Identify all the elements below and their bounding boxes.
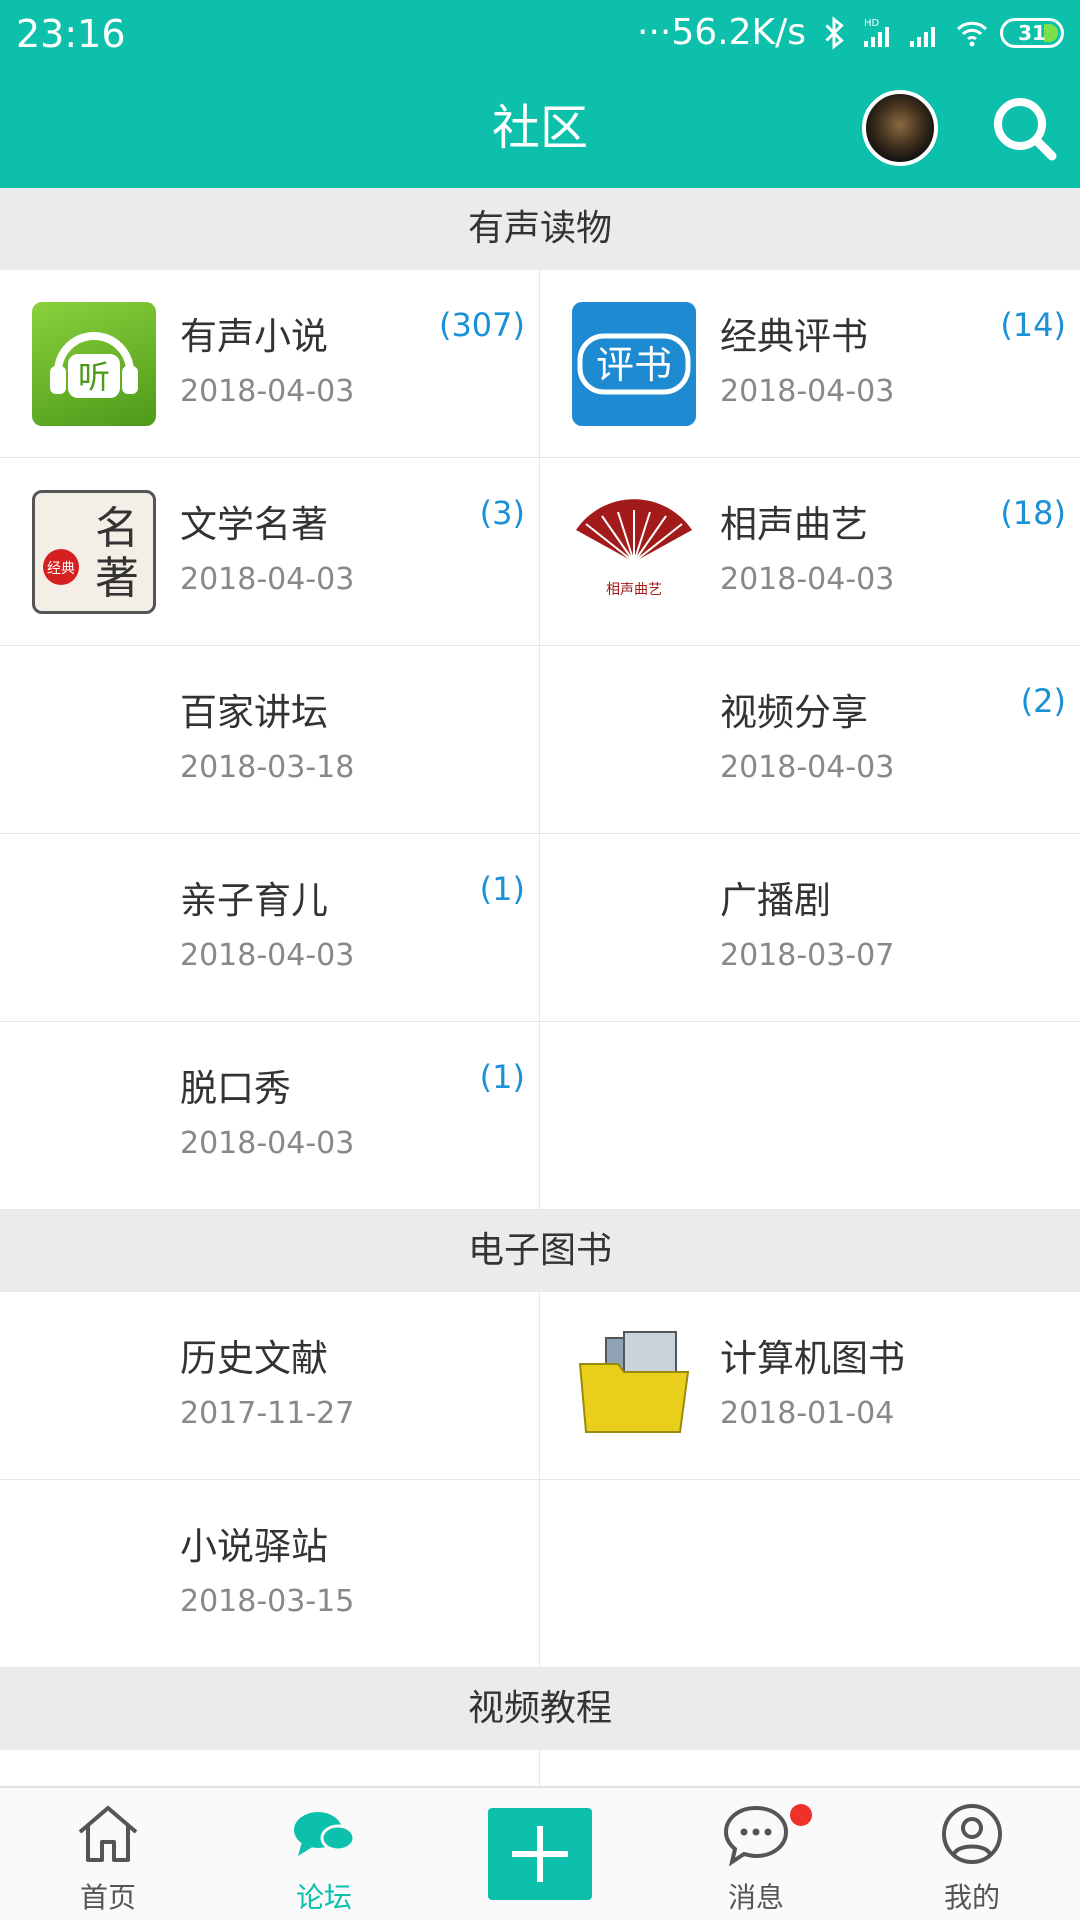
section-header-video-tutorials: 视频教程 — [0, 1668, 1080, 1750]
nav-messages[interactable]: 消息 — [648, 1788, 864, 1920]
section-header-ebooks: 电子图书 — [0, 1210, 1080, 1292]
nav-home[interactable]: 首页 — [0, 1788, 216, 1920]
board-name: 视频分享 — [720, 691, 868, 734]
svg-text:听: 听 — [78, 358, 110, 396]
board-count: (18) — [1000, 494, 1066, 532]
battery-level: 31 — [1018, 20, 1046, 45]
forum-board-item[interactable]: 小说驿站 2018-03-15 — [0, 1480, 540, 1668]
board-name: 计算机图书 — [720, 1337, 905, 1380]
board-name: 经典评书 — [720, 315, 868, 358]
mingzhu-icon: 名 著 经典 — [32, 490, 156, 614]
forum-board-item[interactable]: 相声曲艺 相声曲艺 2018-04-03 (18) — [540, 458, 1080, 646]
forum-board-item[interactable] — [0, 1750, 540, 1786]
search-icon[interactable] — [986, 90, 1062, 166]
status-indicators: ···56.2K/s HD 31 — [637, 12, 1064, 53]
board-date: 2018-04-03 — [720, 374, 895, 409]
signal-icon — [910, 26, 935, 47]
board-count: (1) — [479, 870, 525, 908]
top-bar: 23:16 ···56.2K/s HD 31 社区 — [0, 0, 1080, 188]
section-grid-video-tutorials — [0, 1750, 1080, 1786]
section-grid-ebooks: 历史文献 2017-11-27 计算机图书 2018-01-04 小说驿站 20… — [0, 1292, 1080, 1668]
board-date: 2018-03-18 — [180, 750, 355, 785]
bottom-nav: 首页 论坛 消息 我的 — [0, 1786, 1080, 1920]
forum-content[interactable]: 有声读物 听 有声小说 2018-04-03 (307) 评书 经典评书 201… — [0, 188, 1080, 1788]
folder-icon — [572, 1324, 696, 1448]
xiangsheng-fan-icon: 相声曲艺 — [572, 490, 696, 614]
nav-forum[interactable]: 论坛 — [216, 1788, 432, 1920]
section-grid-audio: 听 有声小说 2018-04-03 (307) 评书 经典评书 2018-04-… — [0, 270, 1080, 1210]
empty-cell — [540, 1022, 1080, 1210]
forum-board-item[interactable]: 历史文献 2017-11-27 — [0, 1292, 540, 1480]
status-bar: 23:16 ···56.2K/s HD 31 — [0, 0, 1080, 68]
forum-board-item[interactable]: 计算机图书 2018-01-04 — [540, 1292, 1080, 1480]
board-date: 2018-04-03 — [180, 938, 355, 973]
board-date: 2018-03-07 — [720, 938, 895, 973]
forum-chat-icon — [294, 1812, 356, 1856]
board-date: 2018-04-03 — [720, 750, 895, 785]
board-count: (307) — [438, 306, 525, 344]
add-post-button[interactable] — [488, 1808, 592, 1900]
board-name: 脱口秀 — [180, 1067, 291, 1110]
empty-cell — [540, 1480, 1080, 1668]
board-date: 2017-11-27 — [180, 1396, 355, 1431]
forum-board-item[interactable]: 名 著 经典 文学名著 2018-04-03 (3) — [0, 458, 540, 646]
status-time: 23:16 — [16, 12, 126, 56]
hd-signal-icon: HD — [864, 18, 889, 47]
svg-text:相声曲艺: 相声曲艺 — [606, 582, 662, 598]
bluetooth-icon — [825, 15, 844, 50]
board-name: 有声小说 — [180, 315, 328, 358]
board-date: 2018-04-03 — [180, 562, 355, 597]
notification-badge — [790, 1804, 812, 1826]
svg-text:名: 名 — [95, 503, 139, 554]
network-speed: ···56.2K/s — [637, 12, 806, 53]
board-count: (14) — [1000, 306, 1066, 344]
section-header-audio: 有声读物 — [0, 188, 1080, 270]
svg-text:评书: 评书 — [596, 343, 672, 387]
forum-board-item[interactable]: 广播剧 2018-03-07 — [540, 834, 1080, 1022]
ting-icon: 听 — [32, 302, 156, 426]
board-date: 2018-03-15 — [180, 1584, 355, 1619]
board-date: 2018-04-03 — [180, 1126, 355, 1161]
nav-profile[interactable]: 我的 — [864, 1788, 1080, 1920]
battery-icon: 31 — [1000, 17, 1064, 48]
forum-board-item[interactable]: 听 有声小说 2018-04-03 (307) — [0, 270, 540, 458]
board-date: 2018-01-04 — [720, 1396, 895, 1431]
nav-messages-label: 消息 — [727, 1881, 784, 1914]
board-name: 历史文献 — [180, 1337, 328, 1380]
app-header: 社区 — [0, 68, 1080, 188]
forum-board-item[interactable]: 百家讲坛 2018-03-18 — [0, 646, 540, 834]
board-date: 2018-04-03 — [180, 374, 355, 409]
board-date: 2018-04-03 — [720, 562, 895, 597]
profile-icon — [942, 1804, 1002, 1864]
board-count: (2) — [1020, 682, 1066, 720]
svg-text:HD: HD — [864, 18, 880, 29]
board-count: (3) — [479, 494, 525, 532]
forum-board-item[interactable]: 评书 经典评书 2018-04-03 (14) — [540, 270, 1080, 458]
avatar[interactable] — [862, 90, 938, 166]
board-name: 小说驿站 — [180, 1525, 328, 1568]
board-name: 文学名著 — [180, 503, 328, 546]
nav-home-label: 首页 — [79, 1881, 136, 1914]
forum-board-item[interactable]: 脱口秀 2018-04-03 (1) — [0, 1022, 540, 1210]
wifi-icon — [956, 21, 988, 46]
board-count: (1) — [479, 1058, 525, 1096]
board-name: 亲子育儿 — [180, 879, 328, 922]
nav-profile-label: 我的 — [943, 1881, 1000, 1914]
home-icon — [78, 1806, 138, 1862]
board-name: 百家讲坛 — [180, 691, 328, 734]
svg-text:著: 著 — [95, 553, 139, 604]
forum-board-item[interactable]: 视频分享 2018-04-03 (2) — [540, 646, 1080, 834]
message-icon — [723, 1805, 789, 1866]
svg-text:经典: 经典 — [47, 561, 75, 577]
pingshu-icon: 评书 — [572, 302, 696, 426]
forum-board-item[interactable]: 亲子育儿 2018-04-03 (1) — [0, 834, 540, 1022]
board-name: 广播剧 — [720, 879, 831, 922]
board-name: 相声曲艺 — [720, 503, 868, 546]
nav-forum-label: 论坛 — [295, 1881, 352, 1914]
plus-icon — [512, 1826, 568, 1882]
